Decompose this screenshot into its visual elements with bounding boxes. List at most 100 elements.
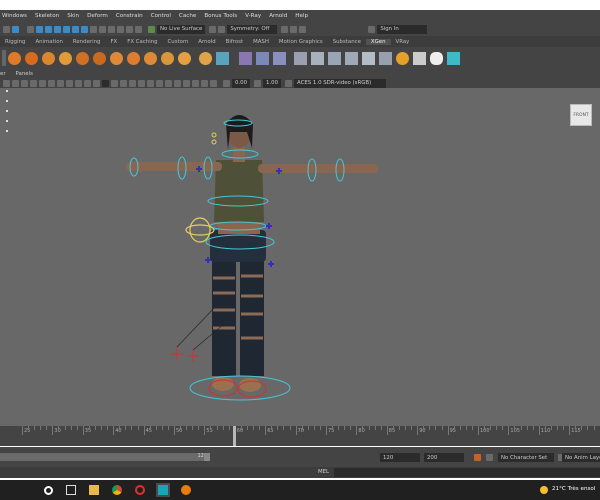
max-time-field[interactable]: 200: [424, 453, 464, 462]
menu-deform[interactable]: Deform: [87, 13, 108, 19]
menu-control[interactable]: Control: [151, 13, 171, 19]
channel-box-icon[interactable]: [299, 25, 307, 33]
grid-icon[interactable]: [39, 79, 46, 87]
tab-motion-graphics[interactable]: Motion Graphics: [274, 39, 328, 45]
chrome-icon[interactable]: [112, 485, 122, 495]
shelf-tool-icon[interactable]: [294, 51, 307, 65]
keyframe-icon[interactable]: [486, 454, 493, 461]
menu-skeleton[interactable]: Skeleton: [35, 13, 59, 19]
menu-windows[interactable]: Windows: [2, 13, 27, 19]
shelf-tool-icon[interactable]: [345, 51, 358, 65]
make-live-icon[interactable]: [63, 25, 70, 33]
shelf-grid-icon[interactable]: [273, 51, 286, 65]
shelf-sphere-icon[interactable]: [42, 51, 55, 65]
wireframe-icon[interactable]: [102, 79, 109, 87]
snap-curve-icon[interactable]: [36, 25, 43, 33]
tool-settings-icon[interactable]: [281, 25, 289, 33]
safe-action-icon[interactable]: [84, 79, 91, 87]
snap-grid-icon[interactable]: [27, 25, 34, 33]
live-surface-field[interactable]: No Live Surface: [157, 24, 206, 34]
shelf-sphere-icon[interactable]: [59, 51, 72, 65]
shelf-sphere-icon[interactable]: [25, 51, 38, 65]
resolution-gate-icon[interactable]: [57, 79, 64, 87]
end-time-field[interactable]: 120: [380, 453, 420, 462]
menu-constrain[interactable]: Constrain: [116, 13, 143, 19]
field-chart-icon[interactable]: [75, 79, 82, 87]
current-time-marker[interactable]: [233, 426, 236, 446]
bookmark-icon[interactable]: [21, 79, 28, 87]
shelf-sphere-icon[interactable]: [144, 51, 157, 65]
shelf-skull-icon[interactable]: [430, 51, 443, 65]
eye-control[interactable]: [211, 139, 217, 145]
tab-rendering[interactable]: Rendering: [68, 39, 106, 45]
shelf-tool-icon[interactable]: [379, 51, 392, 65]
panel-menu-renderer[interactable]: er: [0, 71, 6, 77]
tab-fx-caching[interactable]: FX Caching: [122, 39, 162, 45]
view-cube[interactable]: FRONT: [570, 104, 592, 126]
xray-joints-icon[interactable]: [210, 79, 217, 87]
shelf-menu-icon[interactable]: [2, 50, 6, 66]
shelf-sphere-icon[interactable]: [178, 51, 191, 65]
character-rig[interactable]: [0, 88, 600, 426]
gamma-field[interactable]: 1.00: [263, 78, 282, 88]
tab-custom[interactable]: Custom: [163, 39, 194, 45]
menu-help[interactable]: Help: [295, 13, 308, 19]
shelf-lattice-icon[interactable]: [256, 51, 269, 65]
camera-icon[interactable]: [3, 79, 10, 87]
tab-rigging[interactable]: Rigging: [0, 39, 30, 45]
tab-animation[interactable]: Animation: [30, 39, 67, 45]
tab-fx[interactable]: FX: [105, 39, 122, 45]
shelf-sphere-icon[interactable]: [127, 51, 140, 65]
textured-icon[interactable]: [129, 79, 136, 87]
shelf-material-icon[interactable]: [239, 51, 252, 65]
hypershade-icon[interactable]: [117, 25, 124, 33]
menu-skin[interactable]: Skin: [67, 13, 79, 19]
color-management-icon[interactable]: [285, 79, 293, 87]
anti-aliasing-icon[interactable]: [174, 79, 181, 87]
ipr-render-icon[interactable]: [99, 25, 106, 33]
light-editor-icon[interactable]: [135, 25, 142, 33]
tab-vray[interactable]: VRay: [391, 39, 415, 45]
viewport[interactable]: [0, 88, 600, 426]
render-setup-icon[interactable]: [126, 25, 133, 33]
blender-icon[interactable]: [181, 485, 191, 495]
shelf-sun-icon[interactable]: [396, 51, 409, 65]
weather-text[interactable]: 21°C Très ensol: [552, 486, 595, 492]
snap-point-icon[interactable]: [45, 25, 52, 33]
left-arm[interactable]: [126, 162, 222, 171]
motion-blur-icon[interactable]: [165, 79, 172, 87]
mel-input[interactable]: [334, 468, 600, 477]
cog-control[interactable]: [189, 217, 211, 243]
root-control[interactable]: [189, 375, 291, 401]
anim-layer-dropdown[interactable]: No Anim Layer: [562, 453, 600, 462]
camera-attr-icon[interactable]: [12, 79, 19, 87]
isolate-select-icon[interactable]: [192, 79, 199, 87]
tab-bifrost[interactable]: Bifrost: [221, 39, 248, 45]
ambient-occlusion-icon[interactable]: [156, 79, 163, 87]
file-explorer-icon[interactable]: [89, 485, 99, 495]
character-set-dropdown[interactable]: No Character Set: [498, 453, 554, 462]
sign-in-dropdown[interactable]: Sign In: [377, 24, 428, 34]
xray-icon[interactable]: [201, 79, 208, 87]
tab-substance[interactable]: Substance: [328, 39, 366, 45]
symmetry-dropdown[interactable]: Symmetry: Off: [227, 24, 278, 34]
select-mode-icon[interactable]: [3, 25, 10, 33]
shadows-icon[interactable]: [147, 79, 154, 87]
image-plane-icon[interactable]: [30, 79, 37, 87]
render-icon[interactable]: [90, 25, 97, 33]
right-leg[interactable]: [240, 256, 264, 376]
wireframe-on-shaded-icon[interactable]: [120, 79, 127, 87]
snap-view-plane-icon[interactable]: [54, 25, 61, 33]
search-icon[interactable]: [44, 485, 53, 495]
shelf-tool-icon[interactable]: [362, 51, 375, 65]
panel-menu-panels[interactable]: Panels: [16, 71, 33, 77]
range-slider[interactable]: 120: [0, 453, 210, 461]
lights-icon[interactable]: [138, 79, 145, 87]
shelf-sphere-icon[interactable]: [161, 51, 174, 65]
mel-label[interactable]: MEL: [318, 469, 329, 475]
menu-cache[interactable]: Cache: [179, 13, 196, 19]
shelf-sphere-icon[interactable]: [110, 51, 123, 65]
render-settings-icon[interactable]: [108, 25, 115, 33]
construction-history-icon[interactable]: [81, 25, 88, 33]
shelf-tool-icon[interactable]: [311, 51, 324, 65]
